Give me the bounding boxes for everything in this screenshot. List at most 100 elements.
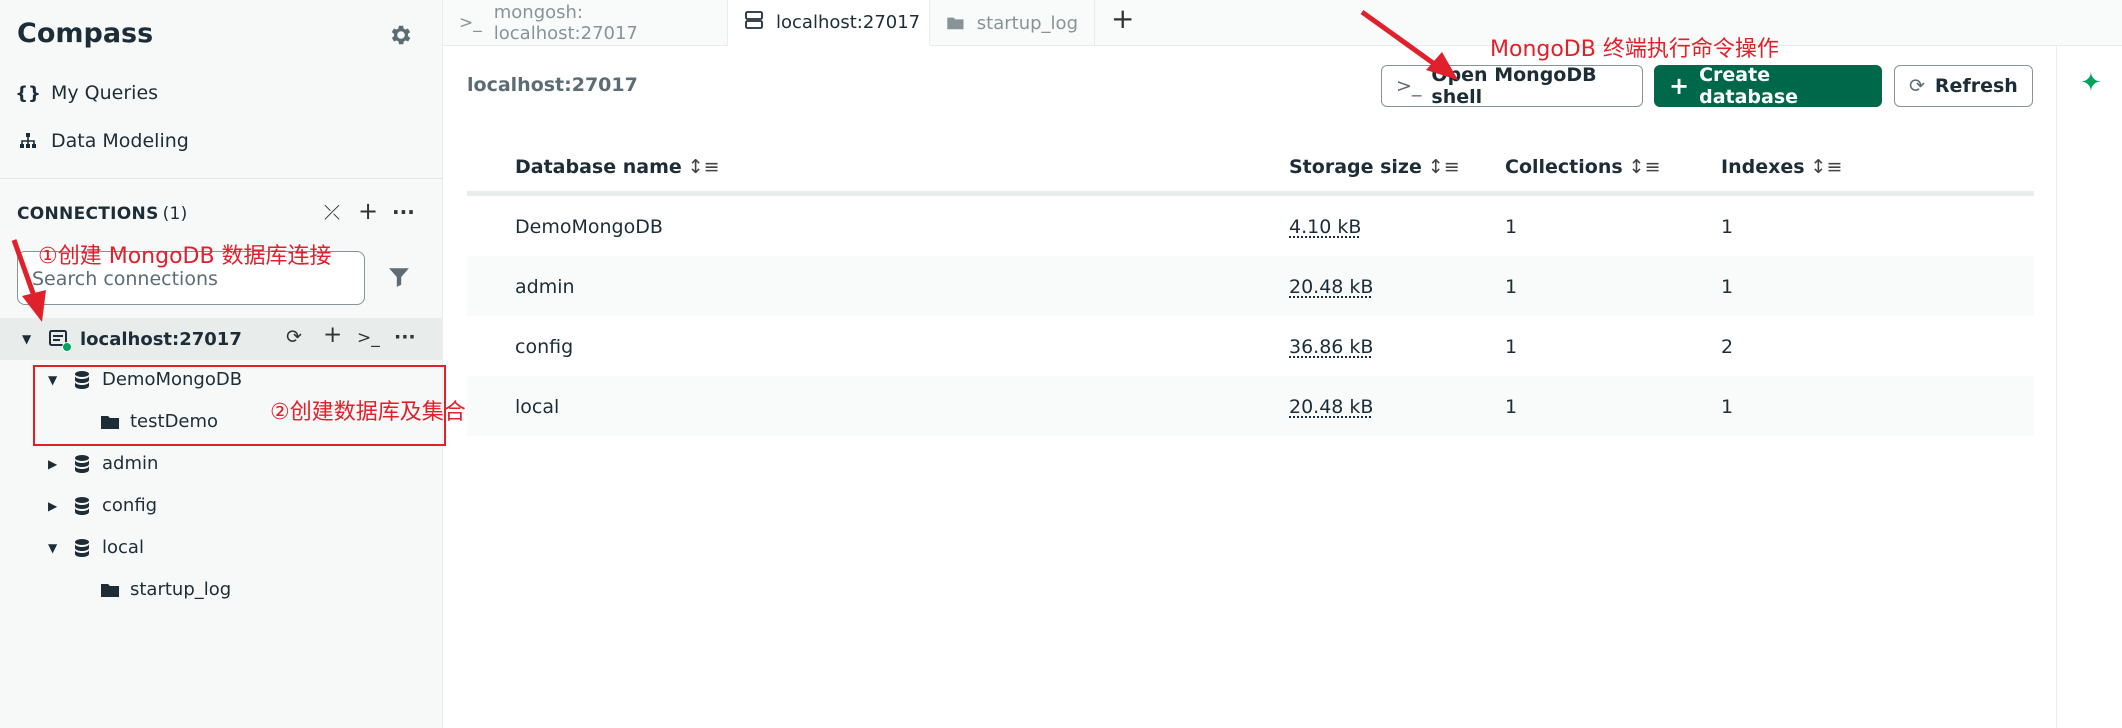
collection-label: startup_log	[130, 579, 232, 600]
database-item-local[interactable]: ▼ local	[48, 537, 144, 558]
header-label: Indexes	[1721, 156, 1805, 178]
indexes-cell: 1	[1721, 276, 1734, 298]
tab-label: localhost:27017	[776, 11, 921, 33]
collections-cell: 1	[1505, 396, 1518, 418]
right-rail-divider	[2056, 46, 2057, 728]
caret-down-icon[interactable]: ▼	[48, 541, 66, 555]
app-title: Compass	[17, 18, 154, 49]
table-header: Database name ↕≡ Storage size ↕≡ Collectio…	[467, 140, 2034, 196]
table-row[interactable]: config 36.86 kB 1 2	[467, 316, 2034, 376]
sort-icon[interactable]: ↕≡	[1428, 156, 1460, 178]
column-header-database-name[interactable]: Database name ↕≡	[515, 156, 720, 178]
connections-header: CONNECTIONS (1)	[17, 204, 188, 224]
header-label: Collections	[1505, 156, 1623, 178]
database-item-config[interactable]: ▶ config	[48, 495, 157, 516]
settings-gear-icon[interactable]	[388, 22, 414, 48]
annotation-step1: ①创建 MongoDB 数据库连接	[38, 244, 332, 269]
braces-icon: {}	[15, 82, 41, 104]
open-shell-icon[interactable]: >_	[357, 328, 380, 348]
annotation-step2: ②创建数据库及集合	[270, 400, 466, 425]
refresh-connection-icon[interactable]: ⟳	[286, 326, 302, 348]
tab-label: startup_log	[976, 12, 1078, 34]
connections-count: (1)	[162, 204, 188, 224]
connection-label: localhost:27017	[80, 328, 242, 350]
database-label: admin	[102, 453, 159, 474]
sidebar-divider	[0, 178, 443, 179]
header-label: Database name	[515, 156, 682, 178]
caret-down-icon[interactable]: ▼	[22, 332, 40, 346]
server-icon	[744, 10, 764, 35]
column-header-collections[interactable]: Collections ↕≡	[1505, 156, 1661, 178]
create-database-button[interactable]: + Create database	[1654, 64, 1882, 108]
database-icon	[75, 538, 89, 557]
indexes-cell: 1	[1721, 216, 1734, 238]
sort-icon[interactable]: ↕≡	[688, 156, 720, 178]
sort-icon[interactable]: ↕≡	[1629, 156, 1661, 178]
folder-icon	[947, 17, 964, 30]
nav-data-modeling-label: Data Modeling	[51, 130, 189, 152]
database-icon	[75, 454, 89, 473]
open-shell-button[interactable]: >_ Open MongoDB shell	[1381, 64, 1643, 108]
sort-icon[interactable]: ↕≡	[1811, 156, 1843, 178]
add-connection-icon[interactable]: +	[358, 197, 378, 225]
database-icon	[75, 496, 89, 515]
database-name-cell[interactable]: admin	[515, 276, 575, 298]
collapse-all-icon[interactable]: ⤫	[324, 200, 340, 224]
tab-localhost[interactable]: localhost:27017	[728, 0, 930, 46]
table-row[interactable]: DemoMongoDB 4.10 kB 1 1	[467, 196, 2034, 256]
connection-more-icon[interactable]: ···	[394, 326, 416, 348]
nav-my-queries-label: My Queries	[51, 82, 159, 104]
database-name-cell[interactable]: config	[515, 336, 573, 358]
refresh-label: Refresh	[1934, 75, 2018, 97]
caret-right-icon[interactable]: ▶	[48, 457, 66, 471]
connections-header-label: CONNECTIONS	[17, 204, 159, 224]
storage-size-cell: 4.10 kB	[1289, 216, 1362, 238]
connection-status-dot	[62, 342, 72, 352]
annotation-shell-note: MongoDB 终端执行命令操作	[1490, 37, 1779, 62]
indexes-cell: 1	[1721, 396, 1734, 418]
refresh-icon: ⟳	[1909, 75, 1925, 97]
database-name-cell[interactable]: DemoMongoDB	[515, 216, 663, 238]
storage-size-cell: 20.48 kB	[1289, 276, 1374, 298]
workspace-tab-bar: >_ mongosh: localhost:27017 localhost:27…	[443, 0, 2122, 46]
tab-mongosh[interactable]: >_ mongosh: localhost:27017	[443, 0, 728, 46]
collection-item-startup-log[interactable]: startup_log	[100, 579, 231, 600]
new-tab-icon[interactable]: +	[1111, 2, 1134, 35]
storage-size-cell: 20.48 kB	[1289, 396, 1374, 418]
column-header-indexes[interactable]: Indexes ↕≡	[1721, 156, 1842, 178]
plus-icon: +	[1669, 72, 1690, 100]
refresh-button[interactable]: ⟳ Refresh	[1894, 65, 2033, 107]
open-shell-label: Open MongoDB shell	[1431, 64, 1597, 108]
header-label: Storage size	[1289, 156, 1422, 178]
tab-label: mongosh: localhost:27017	[493, 2, 638, 44]
collections-cell: 1	[1505, 276, 1518, 298]
table-row[interactable]: admin 20.48 kB 1 1	[467, 256, 2034, 316]
databases-table: Database name ↕≡ Storage size ↕≡ Collectio…	[467, 140, 2034, 436]
more-options-icon[interactable]: ···	[392, 200, 415, 224]
tab-startup-log[interactable]: startup_log	[930, 0, 1095, 46]
database-label: local	[102, 537, 144, 558]
page-title: localhost:27017	[467, 74, 638, 96]
server-icon	[48, 329, 72, 352]
sitemap-icon	[17, 132, 39, 150]
terminal-icon: >_	[1396, 75, 1422, 97]
filter-icon[interactable]	[388, 266, 410, 288]
column-header-storage-size[interactable]: Storage size ↕≡	[1289, 156, 1460, 178]
nav-my-queries[interactable]: {} My Queries	[15, 82, 159, 104]
nav-data-modeling[interactable]: Data Modeling	[17, 130, 189, 152]
storage-size-cell: 36.86 kB	[1289, 336, 1374, 358]
sidebar: Compass {} My Queries Data Modeling CONN…	[0, 0, 443, 728]
database-label: config	[102, 495, 158, 516]
assistant-sparkle-icon[interactable]: ✦	[2080, 68, 2102, 98]
table-row[interactable]: local 20.48 kB 1 1	[467, 376, 2034, 436]
database-item-admin[interactable]: ▶ admin	[48, 453, 158, 474]
create-database-label: Create database	[1699, 64, 1799, 108]
folder-icon	[101, 583, 119, 597]
collections-cell: 1	[1505, 336, 1518, 358]
database-name-cell[interactable]: local	[515, 396, 559, 418]
terminal-icon: >_	[459, 13, 482, 33]
indexes-cell: 2	[1721, 336, 1734, 358]
collections-cell: 1	[1505, 216, 1518, 238]
create-database-icon[interactable]: +	[323, 322, 342, 348]
caret-right-icon[interactable]: ▶	[48, 499, 66, 513]
